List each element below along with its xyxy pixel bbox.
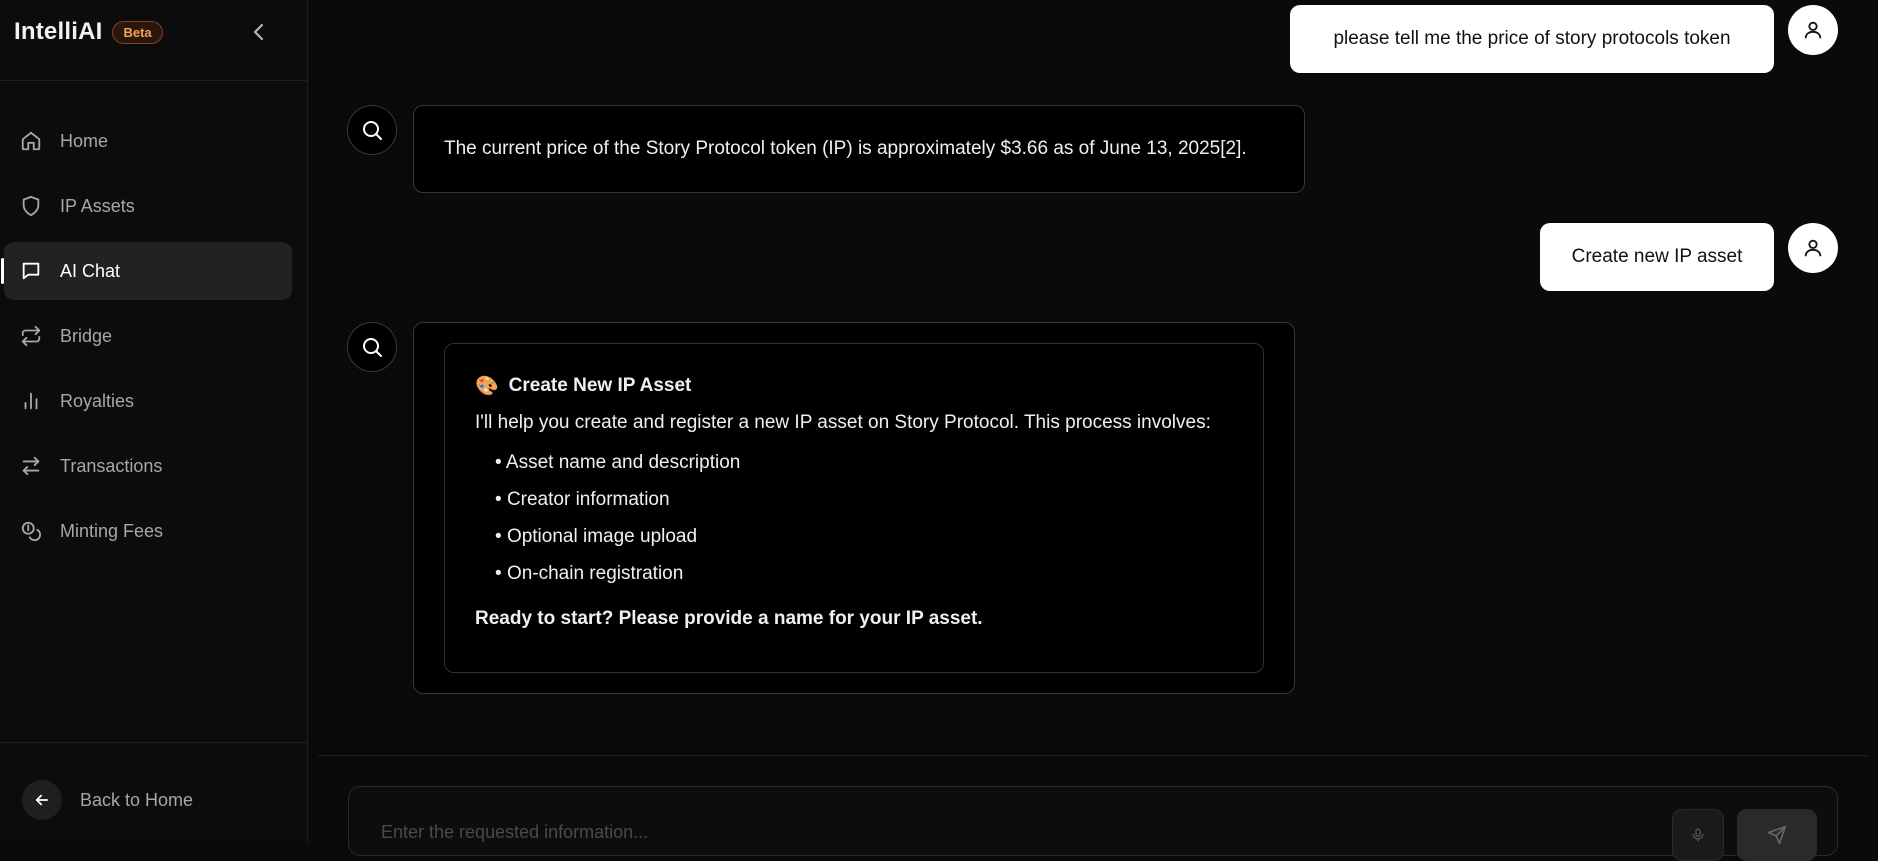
- bridge-arrows-icon: [18, 323, 44, 349]
- sidebar-item-label: IP Assets: [60, 195, 135, 216]
- divider: [0, 742, 308, 743]
- chat-icon: [18, 258, 44, 284]
- list-item: • On-chain registration: [495, 563, 684, 584]
- active-indicator: [1, 258, 4, 284]
- mic-button[interactable]: [1672, 809, 1724, 861]
- sidebar-item-label: Bridge: [60, 325, 113, 346]
- user-avatar: [1788, 5, 1838, 55]
- sidebar-item-bridge[interactable]: Bridge: [4, 307, 292, 365]
- coins-icon: [18, 518, 44, 544]
- sidebar-item-ip-assets[interactable]: IP Assets: [4, 177, 292, 235]
- user-icon: [1804, 21, 1822, 39]
- user-avatar: [1788, 223, 1838, 273]
- sidebar-item-minting-fees[interactable]: Minting Fees: [4, 502, 292, 560]
- composer-area: [318, 755, 1868, 861]
- sidebar-item-label: Transactions: [60, 455, 163, 476]
- back-to-home-label: Back to Home: [80, 789, 194, 810]
- message-text: please tell me the price of story protoc…: [1333, 28, 1731, 49]
- card-intro: I'll help you create and register a new …: [475, 412, 1211, 433]
- beta-badge: Beta: [112, 20, 163, 44]
- assistant-message: The current price of the Story Protocol …: [413, 105, 1305, 193]
- assistant-message: 🎨 Create New IP Asset I'll help you crea…: [413, 322, 1295, 694]
- card-title: 🎨 Create New IP Asset: [475, 374, 1233, 398]
- card-cta: Ready to start? Please provide a name fo…: [475, 608, 983, 629]
- list-item: • Creator information: [495, 489, 670, 510]
- palette-icon: 🎨: [475, 376, 499, 397]
- sidebar-item-royalties[interactable]: Royalties: [4, 372, 292, 430]
- collapse-sidebar-button[interactable]: [246, 18, 272, 46]
- arrow-left-icon: [22, 780, 62, 820]
- sidebar-item-label: Home: [60, 130, 109, 151]
- bar-chart-icon: [18, 388, 44, 414]
- divider: [0, 80, 308, 81]
- message-text: The current price of the Story Protocol …: [444, 138, 1247, 159]
- sidebar-item-ai-chat[interactable]: AI Chat: [1, 242, 292, 300]
- sidebar-item-home[interactable]: Home: [4, 112, 292, 170]
- user-icon: [1804, 239, 1822, 257]
- search-icon: [363, 121, 382, 140]
- sidebar-item-label: Minting Fees: [60, 520, 164, 541]
- message-text: Create new IP asset: [1571, 246, 1743, 267]
- sidebar-item-label: AI Chat: [60, 260, 121, 281]
- create-ip-asset-card: 🎨 Create New IP Asset I'll help you crea…: [444, 343, 1264, 673]
- sidebar-item-label: Royalties: [60, 390, 135, 411]
- composer: [348, 786, 1838, 861]
- user-message: Create new IP asset: [1540, 223, 1774, 291]
- chevron-left-icon: [254, 24, 263, 40]
- swap-arrows-icon: [18, 453, 44, 479]
- card-steps-list: • Asset name and description • Creator i…: [495, 452, 1233, 600]
- sidebar: IntelliAI Beta Home IP Assets AI Chat Br…: [0, 0, 308, 842]
- back-to-home-button[interactable]: Back to Home: [22, 780, 193, 820]
- search-icon: [363, 338, 382, 357]
- send-button[interactable]: [1737, 809, 1817, 861]
- assistant-avatar: [347, 105, 397, 155]
- microphone-icon: [1692, 828, 1704, 842]
- app-name: IntelliAI: [14, 18, 103, 45]
- list-item: • Optional image upload: [495, 526, 698, 547]
- chat-area: please tell me the price of story protoc…: [318, 0, 1868, 755]
- shield-icon: [18, 193, 44, 219]
- list-item: • Asset name and description: [495, 452, 741, 473]
- card-title-text: Create New IP Asset: [508, 375, 692, 396]
- user-message: please tell me the price of story protoc…: [1290, 5, 1774, 73]
- send-icon: [1767, 825, 1787, 845]
- home-icon: [18, 128, 44, 154]
- sidebar-item-transactions[interactable]: Transactions: [4, 437, 292, 495]
- chat-input[interactable]: [379, 821, 1479, 844]
- brand: IntelliAI Beta: [14, 18, 163, 46]
- assistant-avatar: [347, 322, 397, 372]
